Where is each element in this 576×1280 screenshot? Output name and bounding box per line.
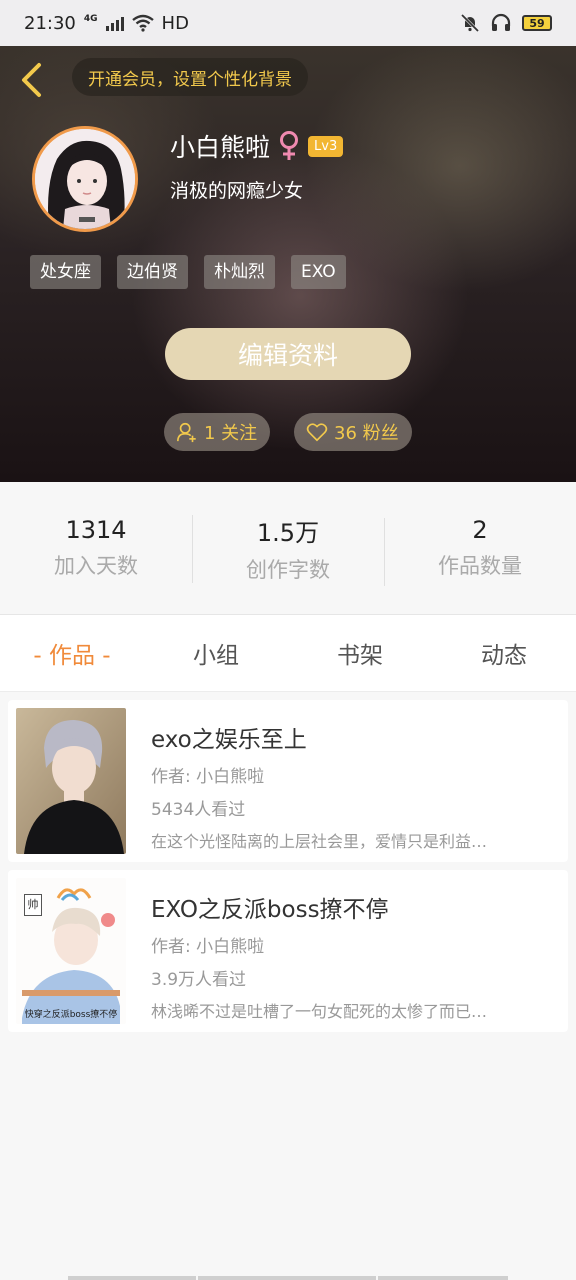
stat-word-count: 1.5万 创作字数	[192, 513, 384, 584]
tag: EXO	[291, 255, 346, 289]
stat-work-count: 2 作品数量	[384, 516, 576, 586]
user-bio: 消极的网瘾少女	[170, 180, 304, 202]
battery-icon: 59	[522, 15, 552, 31]
avatar[interactable]	[32, 126, 138, 232]
work-title: exo之娱乐至上	[151, 727, 307, 753]
following-label: 1 关注	[204, 423, 258, 444]
work-item[interactable]: 帅 快穿之反派boss撩不停 EXO之反派boss撩不停 作者: 小白熊啦 3.…	[8, 870, 568, 1032]
tag: 朴灿烈	[204, 255, 275, 289]
profile-tabs: - 作品 - 小组 书架 动态	[0, 614, 576, 692]
add-user-icon	[177, 422, 196, 443]
status-bar: 21:30 4G HD 59	[0, 0, 576, 46]
tab-bookshelf[interactable]: 书架	[288, 636, 432, 670]
fans-button[interactable]: 36 粉丝	[294, 413, 412, 451]
female-gender-icon	[280, 131, 299, 160]
heart-icon	[306, 423, 328, 442]
bell-muted-icon	[460, 13, 480, 33]
network-label: 4G	[83, 14, 98, 24]
work-author: 作者: 小白熊啦	[151, 937, 265, 957]
stat-value: 1.5万	[256, 518, 320, 547]
back-arrow-icon	[22, 63, 41, 97]
book-cover: 帅 快穿之反派boss撩不停	[16, 878, 126, 1024]
work-description: 林浅晞不过是吐槽了一句女配死的太惨了而已…	[151, 1002, 488, 1021]
work-item[interactable]: exo之娱乐至上 作者: 小白熊啦 5434人看过 在这个光怪陆离的上层社会里，…	[8, 700, 568, 862]
profile-header: 开通会员，设置个性化背景 小白熊啦 Lv3 消极的网瘾少女 处女座 边伯贤 朴灿…	[0, 46, 576, 482]
stat-label: 创作字数	[246, 557, 330, 582]
fans-label: 36 粉丝	[334, 423, 399, 444]
stat-label: 作品数量	[438, 554, 522, 578]
stat-label: 加入天数	[54, 554, 138, 578]
edit-profile-button[interactable]: 编辑资料	[165, 328, 411, 380]
following-button[interactable]: 1 关注	[164, 413, 270, 451]
tag-list: 处女座 边伯贤 朴灿烈 EXO	[30, 255, 346, 289]
work-views: 3.9万人看过	[151, 970, 247, 990]
work-title: EXO之反派boss撩不停	[151, 897, 389, 923]
nav-gesture-bar	[378, 1276, 508, 1280]
work-author: 作者: 小白熊啦	[151, 767, 265, 787]
cover-badge: 帅	[24, 894, 42, 916]
book-cover-image	[16, 708, 126, 854]
vip-background-prompt[interactable]: 开通会员，设置个性化背景	[72, 58, 308, 96]
level-badge: Lv3	[308, 135, 344, 157]
work-views: 5434人看过	[151, 800, 246, 820]
nav-gesture-bar	[68, 1276, 196, 1280]
tag: 处女座	[30, 255, 101, 289]
stat-value: 2	[472, 516, 488, 544]
tag: 边伯贤	[117, 255, 188, 289]
back-button[interactable]	[16, 60, 46, 100]
headphones-icon	[491, 13, 511, 31]
tab-works[interactable]: - 作品 -	[0, 636, 144, 670]
stat-value: 1314	[65, 516, 127, 544]
cover-caption: 快穿之反派boss撩不停	[24, 1010, 118, 1020]
wifi-icon	[131, 14, 154, 32]
hd-label: HD	[161, 12, 189, 34]
avatar-image	[35, 129, 135, 229]
work-description: 在这个光怪陆离的上层社会里，爱情只是利益…	[151, 832, 488, 851]
username: 小白熊啦	[170, 133, 271, 162]
tab-activity[interactable]: 动态	[432, 636, 576, 670]
book-cover	[16, 708, 126, 854]
clock: 21:30	[24, 12, 76, 34]
tab-groups[interactable]: 小组	[144, 636, 288, 670]
signal-icon	[105, 15, 124, 31]
stat-join-days: 1314 加入天数	[0, 516, 192, 580]
stats-row: 1314 加入天数 1.5万 创作字数 2 作品数量	[0, 482, 576, 614]
nav-gesture-bar	[198, 1276, 376, 1280]
